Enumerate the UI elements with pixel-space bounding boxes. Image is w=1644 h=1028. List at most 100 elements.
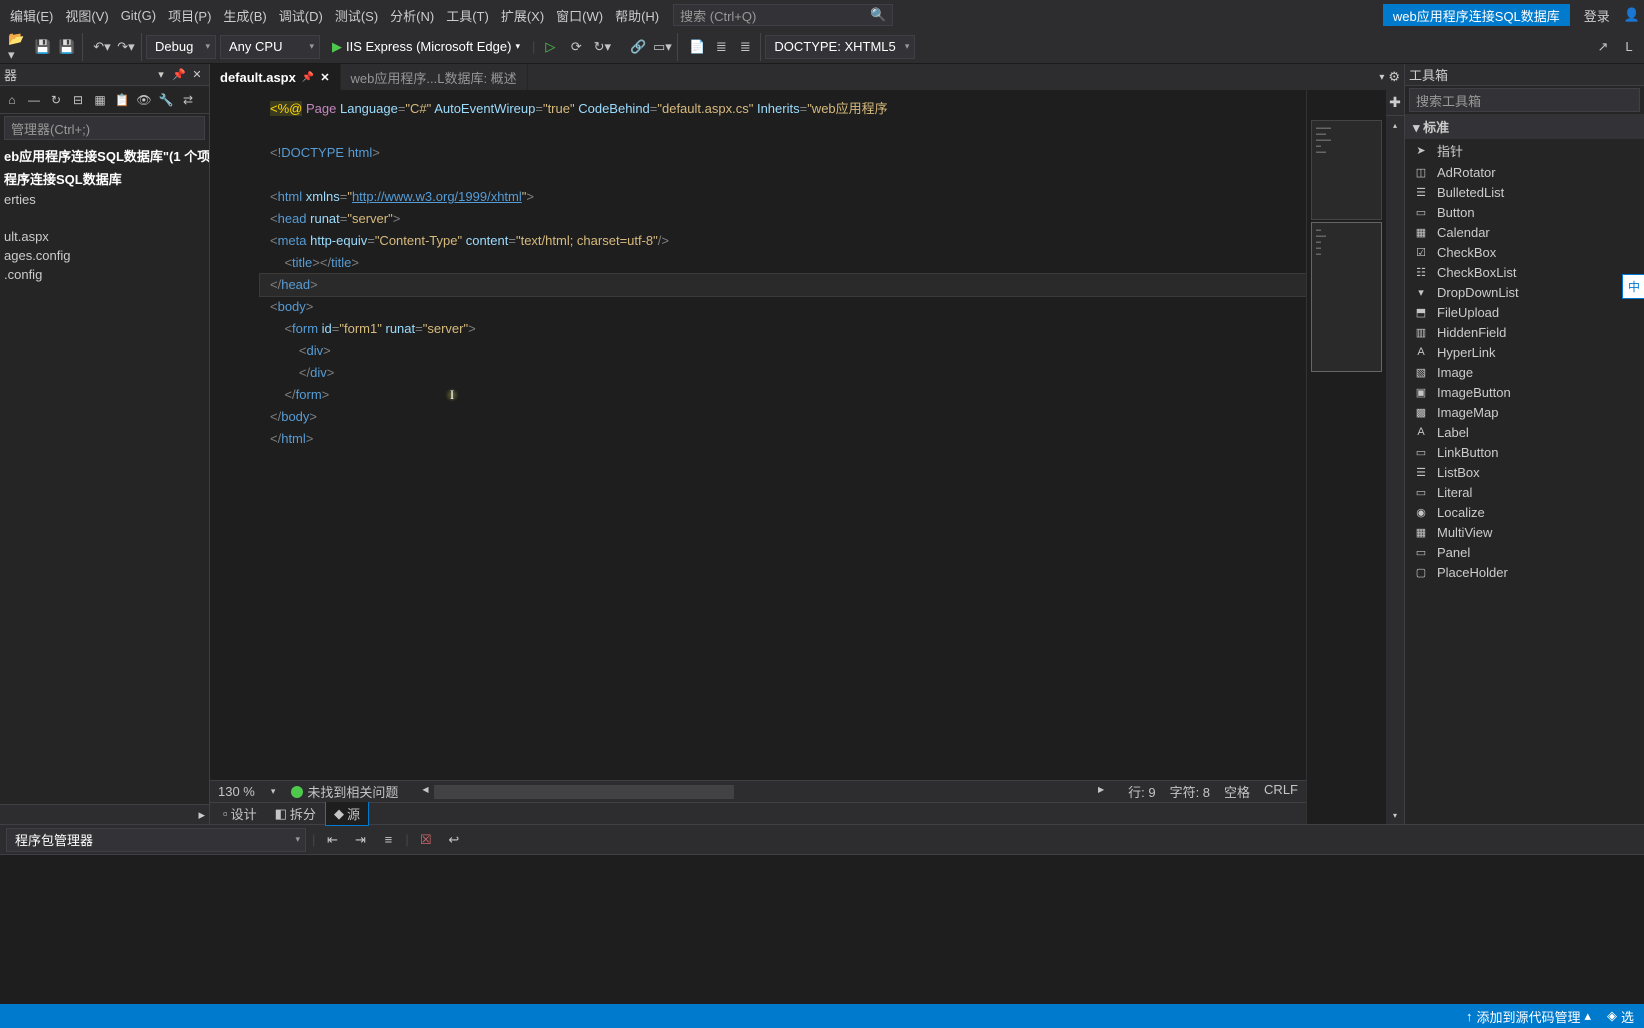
- dropdown-icon[interactable]: ▾: [153, 67, 169, 83]
- gear-icon[interactable]: ⚙: [1388, 69, 1400, 85]
- output-content[interactable]: [0, 855, 1644, 1004]
- ime-badge[interactable]: 中: [1622, 274, 1644, 299]
- run-button[interactable]: ▶ IIS Express (Microsoft Edge) ▾: [324, 35, 528, 59]
- view-tab-design[interactable]: ▫设计: [214, 801, 266, 826]
- tree-project[interactable]: 程序连接SQL数据库: [0, 167, 209, 190]
- scroll-down-icon[interactable]: ▾: [1386, 806, 1404, 824]
- scroll-right-icon[interactable]: ▶: [1098, 785, 1104, 794]
- tree-item-aspx[interactable]: ult.aspx: [0, 227, 209, 246]
- vscrollbar[interactable]: ✚ ▴ ▾: [1386, 90, 1404, 824]
- tree-item-properties[interactable]: erties: [0, 190, 209, 209]
- open-icon[interactable]: 📂▾: [8, 36, 30, 58]
- tool-item-button[interactable]: ▭Button: [1405, 202, 1644, 222]
- tool-item-listbox[interactable]: ☰ListBox: [1405, 462, 1644, 482]
- add-tab-icon[interactable]: ▾: [1379, 72, 1384, 83]
- line-indicator[interactable]: 行: 9: [1128, 782, 1155, 801]
- properties-icon[interactable]: 📋: [112, 90, 132, 110]
- tool-item-hyperlink[interactable]: AHyperLink: [1405, 342, 1644, 362]
- indent-indicator[interactable]: 空格: [1224, 782, 1250, 801]
- save-all-icon[interactable]: 💾: [56, 36, 78, 58]
- hscrollbar[interactable]: ◀ ▶: [422, 785, 1104, 799]
- zoom-level[interactable]: 130 %: [218, 784, 255, 799]
- menu-analyze[interactable]: 分析(N): [384, 2, 440, 29]
- view-tab-source[interactable]: ◆源: [325, 801, 369, 826]
- code-editor[interactable]: <%@ Page Language="C#" AutoEventWireup="…: [210, 90, 1306, 824]
- view-tab-split[interactable]: ◧拆分: [266, 801, 325, 826]
- tool-item-localize[interactable]: ◉Localize: [1405, 502, 1644, 522]
- scroll-up-icon[interactable]: ▴: [1386, 116, 1404, 134]
- tab-default-aspx[interactable]: default.aspx 📌 ✕: [210, 64, 341, 90]
- menu-edit[interactable]: 编辑(E): [4, 2, 59, 29]
- save-icon[interactable]: 💾: [32, 36, 54, 58]
- list-icon[interactable]: ≡: [377, 829, 399, 851]
- menu-tools[interactable]: 工具(T): [440, 2, 495, 29]
- tool-item-image[interactable]: ▧Image: [1405, 362, 1644, 382]
- close-icon[interactable]: ✕: [320, 71, 329, 84]
- left-scroll[interactable]: ▸: [0, 804, 209, 824]
- col-indicator[interactable]: 字符: 8: [1170, 782, 1210, 801]
- redo-icon[interactable]: ↷▾: [115, 36, 137, 58]
- pin-icon[interactable]: 📌: [302, 72, 314, 83]
- play-alt-icon[interactable]: ▷: [539, 36, 561, 58]
- solution-name[interactable]: web应用程序连接SQL数据库: [1383, 4, 1570, 26]
- tree-item-packages[interactable]: ages.config: [0, 246, 209, 265]
- tool-item-multiview[interactable]: ▦MultiView: [1405, 522, 1644, 542]
- minimap-viewport[interactable]: ▬▬▬▬▬▬: [1311, 222, 1382, 372]
- selection-status[interactable]: ◈ 选: [1607, 1007, 1634, 1026]
- platform-dropdown[interactable]: Any CPU: [220, 35, 320, 59]
- tool-item-hiddenfield[interactable]: ▥HiddenField: [1405, 322, 1644, 342]
- tool-item-literal[interactable]: ▭Literal: [1405, 482, 1644, 502]
- menu-window[interactable]: 窗口(W): [550, 2, 609, 29]
- solution-search[interactable]: 管理器(Ctrl+;): [4, 116, 205, 140]
- sync-icon[interactable]: ⇄: [178, 90, 198, 110]
- tree-solution[interactable]: eb应用程序连接SQL数据库"(1 个项: [0, 144, 209, 167]
- eol-indicator[interactable]: CRLF: [1264, 782, 1298, 801]
- user-icon[interactable]: 👤: [1624, 7, 1640, 23]
- pin-icon[interactable]: 📌: [171, 67, 187, 83]
- source-control-status[interactable]: ↑ 添加到源代码管理 ▴: [1466, 1007, 1591, 1026]
- collapse-icon[interactable]: ⊟: [68, 90, 88, 110]
- menu-build[interactable]: 生成(B): [217, 2, 272, 29]
- tool-item-linkbutton[interactable]: ▭LinkButton: [1405, 442, 1644, 462]
- menu-git[interactable]: Git(G): [115, 4, 162, 27]
- indent-left-icon[interactable]: ⇤: [321, 829, 343, 851]
- home-icon[interactable]: ⌂: [2, 90, 22, 110]
- tool-item-指针[interactable]: ➤指针: [1405, 139, 1644, 162]
- tool-item-bulletedlist[interactable]: ☰BulletedList: [1405, 182, 1644, 202]
- restart-icon[interactable]: ↻▾: [591, 36, 613, 58]
- share-icon[interactable]: ↗: [1592, 36, 1614, 58]
- tool-item-calendar[interactable]: ▦Calendar: [1405, 222, 1644, 242]
- file-icon[interactable]: 📄: [686, 36, 708, 58]
- indent-icon[interactable]: ≣: [710, 36, 732, 58]
- login-link[interactable]: 登录: [1578, 2, 1616, 29]
- split-editor-icon[interactable]: ✚: [1386, 90, 1404, 116]
- menu-debug[interactable]: 调试(D): [273, 2, 329, 29]
- tool-item-imagebutton[interactable]: ▣ImageButton: [1405, 382, 1644, 402]
- outdent-icon[interactable]: ≣: [734, 36, 756, 58]
- chevron-down-icon[interactable]: ▾: [271, 786, 276, 797]
- tool-item-checkboxlist[interactable]: ☷CheckBoxList: [1405, 262, 1644, 282]
- tool-item-imagemap[interactable]: ▩ImageMap: [1405, 402, 1644, 422]
- doctype-dropdown[interactable]: DOCTYPE: XHTML5: [765, 35, 915, 59]
- menu-view[interactable]: 视图(V): [59, 2, 114, 29]
- indent-right-icon[interactable]: ⇥: [349, 829, 371, 851]
- tool-item-checkbox[interactable]: ☑CheckBox: [1405, 242, 1644, 262]
- global-search[interactable]: 搜索 (Ctrl+Q) 🔍: [673, 4, 893, 26]
- issues-status[interactable]: 未找到相关问题: [291, 782, 398, 801]
- live-icon[interactable]: L: [1618, 36, 1640, 58]
- step-icon[interactable]: ⟳: [565, 36, 587, 58]
- wrap-icon[interactable]: ↩: [443, 829, 465, 851]
- css-icon[interactable]: ▭▾: [651, 36, 673, 58]
- tool-item-panel[interactable]: ▭Panel: [1405, 542, 1644, 562]
- config-dropdown[interactable]: Debug: [146, 35, 216, 59]
- tool-item-fileupload[interactable]: ⬒FileUpload: [1405, 302, 1644, 322]
- tool-item-placeholder[interactable]: ▢PlaceHolder: [1405, 562, 1644, 582]
- tool-item-adrotator[interactable]: ◫AdRotator: [1405, 162, 1644, 182]
- tree-item-config[interactable]: .config: [0, 265, 209, 284]
- tool-item-dropdownlist[interactable]: ▾DropDownList: [1405, 282, 1644, 302]
- scroll-thumb[interactable]: [434, 785, 734, 799]
- clear-icon[interactable]: ☒: [415, 829, 437, 851]
- refresh-icon[interactable]: ↻: [46, 90, 66, 110]
- show-all-icon[interactable]: ▦: [90, 90, 110, 110]
- menu-project[interactable]: 项目(P): [162, 2, 217, 29]
